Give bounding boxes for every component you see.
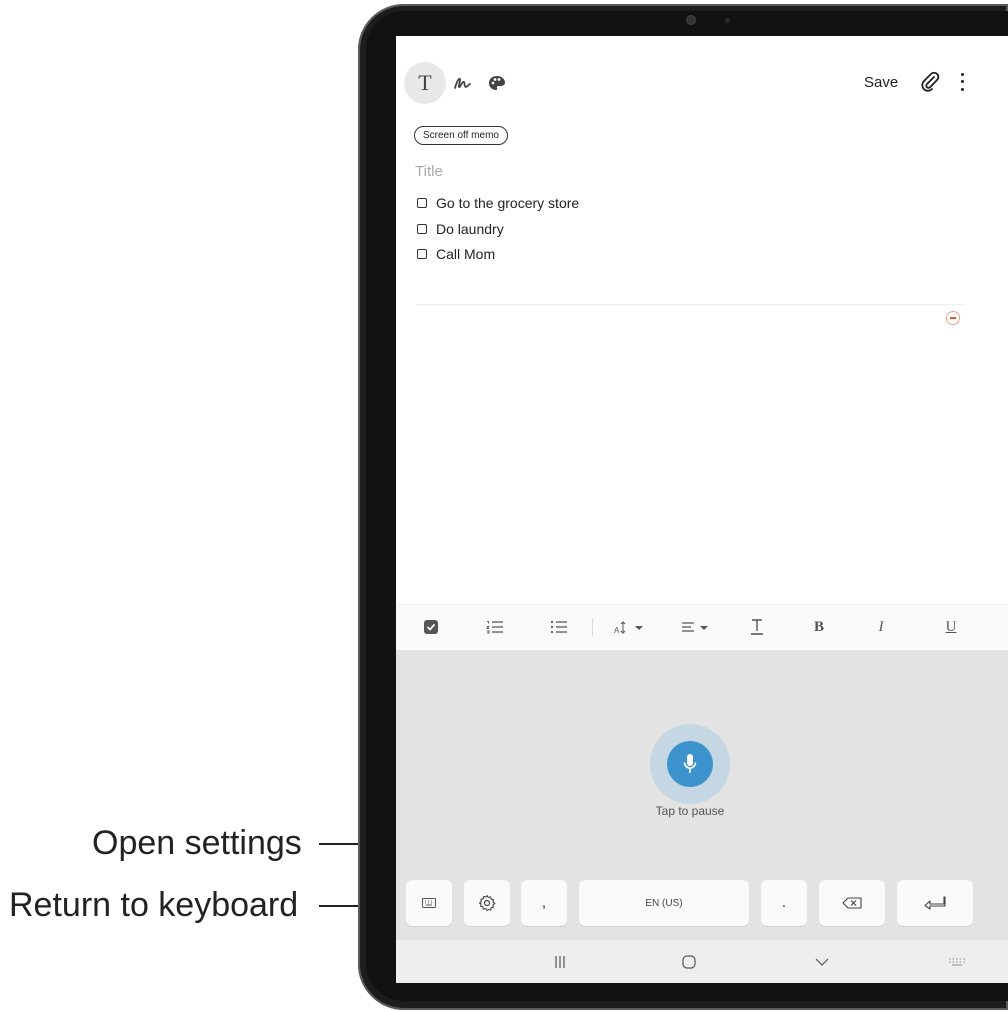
comma-key[interactable]: , bbox=[521, 880, 567, 926]
keyboard-icon bbox=[949, 958, 965, 966]
toolbar-separator bbox=[592, 618, 593, 636]
paperclip-icon bbox=[921, 71, 940, 92]
title-field[interactable]: Title bbox=[415, 163, 443, 180]
checkbox-icon bbox=[424, 620, 438, 634]
home-button[interactable] bbox=[679, 952, 699, 972]
callout-open-settings: Open settings bbox=[92, 824, 302, 862]
checklist-item[interactable]: Go to the grocery store bbox=[417, 193, 579, 213]
bold-button[interactable]: B bbox=[808, 614, 830, 640]
light-sensor bbox=[725, 18, 730, 23]
more-dot bbox=[960, 87, 964, 91]
bulleted-list-icon bbox=[550, 620, 567, 634]
gear-icon bbox=[478, 894, 496, 912]
enter-icon bbox=[924, 896, 946, 910]
italic-button[interactable]: I bbox=[870, 614, 892, 640]
text-color-button[interactable] bbox=[746, 614, 768, 640]
checklist-item-label: Call Mom bbox=[436, 246, 496, 262]
period-key[interactable]: . bbox=[761, 880, 807, 926]
enter-key[interactable] bbox=[897, 880, 973, 926]
align-button[interactable] bbox=[680, 614, 714, 640]
brush-button[interactable] bbox=[486, 72, 508, 94]
return-to-keyboard-button[interactable] bbox=[406, 880, 452, 926]
more-vert-icon bbox=[960, 73, 964, 77]
checkbox[interactable] bbox=[417, 198, 427, 208]
text-color-icon bbox=[751, 619, 763, 635]
numbered-list-icon bbox=[486, 621, 503, 634]
recent-apps-button[interactable] bbox=[550, 952, 570, 972]
backspace-key[interactable] bbox=[819, 880, 885, 926]
mic-button[interactable] bbox=[667, 741, 713, 787]
checkbox[interactable] bbox=[417, 249, 427, 259]
settings-button[interactable] bbox=[464, 880, 510, 926]
content-divider bbox=[416, 304, 966, 305]
save-button[interactable]: Save bbox=[864, 74, 898, 91]
checklist-item[interactable]: Call Mom bbox=[417, 244, 495, 264]
checkbox[interactable] bbox=[417, 224, 427, 234]
chevron-down-icon bbox=[815, 958, 829, 966]
attach-button[interactable] bbox=[920, 71, 940, 93]
minus-circle-icon bbox=[950, 317, 956, 319]
handwriting-icon bbox=[454, 77, 471, 89]
text-mode-icon: T bbox=[418, 70, 432, 95]
font-size-icon: A bbox=[614, 621, 643, 634]
home-icon bbox=[682, 955, 696, 969]
keyboard-switch-button[interactable] bbox=[946, 952, 968, 972]
more-options-button[interactable] bbox=[954, 71, 970, 93]
handwriting-button[interactable] bbox=[452, 72, 474, 94]
keyboard-icon bbox=[422, 898, 436, 908]
underline-button[interactable]: U bbox=[940, 614, 962, 640]
numbered-list-button[interactable] bbox=[484, 614, 506, 640]
more-dot bbox=[960, 80, 964, 84]
recent-apps-icon bbox=[555, 956, 565, 968]
font-size-button[interactable]: A bbox=[612, 614, 648, 640]
svg-text:A: A bbox=[614, 626, 620, 634]
backspace-icon bbox=[842, 897, 862, 909]
screen-off-memo-badge: Screen off memo bbox=[414, 126, 508, 145]
voice-status-label: Tap to pause bbox=[655, 804, 725, 818]
microphone-icon bbox=[683, 754, 697, 773]
text-mode-button[interactable]: T bbox=[404, 62, 446, 104]
remove-button[interactable] bbox=[946, 311, 960, 325]
align-icon bbox=[682, 622, 708, 632]
space-key[interactable]: EN (US) bbox=[579, 880, 749, 926]
checklist-item-label: Do laundry bbox=[436, 221, 504, 237]
checkbox-format-button[interactable] bbox=[420, 614, 442, 640]
paint-palette-icon bbox=[489, 76, 505, 90]
callout-return-to-keyboard: Return to keyboard bbox=[9, 886, 299, 924]
hide-keyboard-button[interactable] bbox=[812, 952, 832, 972]
front-camera bbox=[687, 16, 695, 24]
checklist-item-label: Go to the grocery store bbox=[436, 195, 580, 211]
navigation-bar bbox=[396, 940, 1008, 983]
checklist-item[interactable]: Do laundry bbox=[417, 219, 504, 239]
bulleted-list-button[interactable] bbox=[548, 614, 570, 640]
